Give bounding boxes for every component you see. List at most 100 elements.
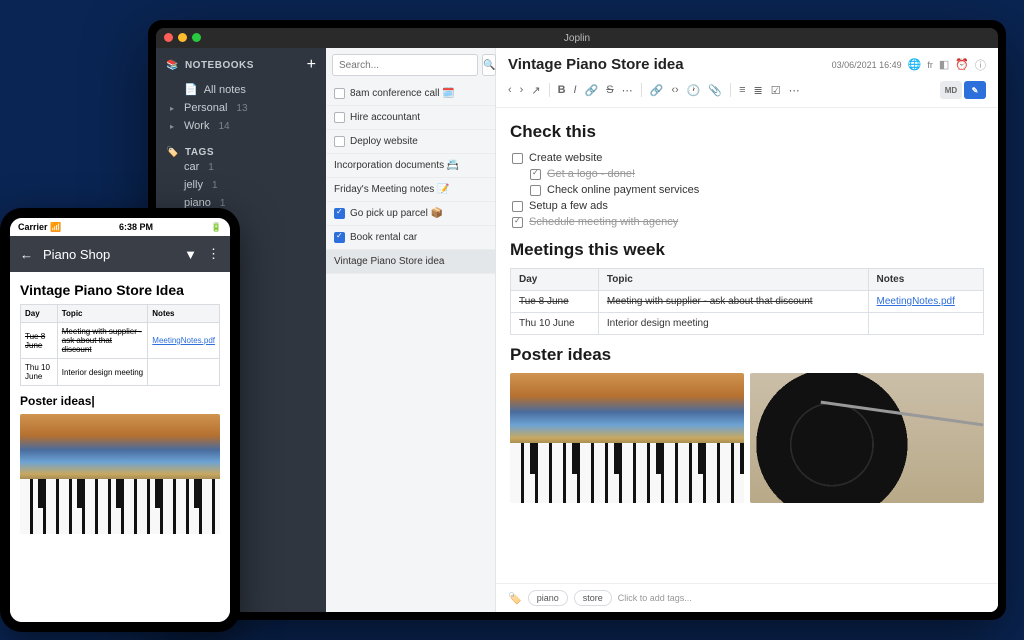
attach-icon[interactable]: 🔗	[650, 84, 664, 97]
tags-header: 🏷️ TAGS	[166, 147, 316, 158]
table-row: Tue 8 JuneMeeting with supplier - ask ab…	[21, 323, 220, 359]
external-link-icon[interactable]: ↗	[531, 84, 540, 97]
bold-icon[interactable]: B	[558, 84, 566, 96]
close-window-icon[interactable]	[164, 33, 173, 42]
titlebar: Joplin	[156, 28, 998, 48]
col-notes: Notes	[868, 269, 984, 291]
richtext-mode-button[interactable]: ✎	[964, 81, 986, 99]
link-icon[interactable]: 🔗	[585, 84, 599, 97]
tag-jelly[interactable]: jelly1	[166, 176, 316, 194]
strike-icon[interactable]: S	[606, 84, 613, 96]
checkbox-icon[interactable]	[334, 232, 345, 243]
poster-record-image	[750, 373, 984, 503]
table-row: Tue 8 JuneMeeting with supplier - ask ab…	[511, 291, 984, 313]
checkbox-icon[interactable]	[334, 88, 345, 99]
more-format-icon[interactable]: ⋯	[622, 84, 633, 97]
heading-meetings: Meetings this week	[510, 240, 984, 260]
notes-link[interactable]: MeetingNotes.pdf	[152, 336, 215, 345]
note-date: 03/06/2021 16:49	[832, 60, 902, 70]
task-item[interactable]: Create website	[512, 150, 984, 166]
more-icon[interactable]: ⋯	[789, 84, 800, 97]
col-topic: Topic	[598, 269, 868, 291]
notebooks-header: 📚 NOTEBOOKS	[166, 60, 254, 71]
task-text: Get a logo - done!	[547, 168, 635, 180]
dropdown-icon[interactable]: ▼	[184, 247, 197, 262]
heading-poster: Poster ideas	[510, 345, 984, 365]
tag-pill-piano[interactable]: piano	[528, 590, 568, 606]
tag-car[interactable]: car1	[166, 158, 316, 176]
task-item[interactable]: Setup a few ads	[512, 198, 984, 214]
poster-piano-image	[510, 373, 744, 503]
notebook-work[interactable]: ▸Work14	[166, 117, 316, 135]
info-icon[interactable]: ⓘ	[975, 57, 986, 73]
note-list-item[interactable]: Incorporation documents 📇	[326, 154, 495, 178]
phone-content[interactable]: Vintage Piano Store Idea Day Topic Notes…	[10, 272, 230, 622]
task-text: Schedule meeting with agency	[529, 216, 678, 228]
tag-pill-store[interactable]: store	[574, 590, 612, 606]
phone-note-title: Vintage Piano Store Idea	[20, 282, 220, 298]
forward-icon[interactable]: ›	[520, 84, 524, 96]
search-button[interactable]: 🔍	[482, 54, 496, 76]
task-checkbox-icon[interactable]	[530, 169, 541, 180]
note-list-title: Hire accountant	[350, 112, 420, 123]
note-list-item[interactable]: 8am conference call 🗓️	[326, 82, 495, 106]
task-item[interactable]: Schedule meeting with agency	[512, 214, 984, 230]
note-list-item[interactable]: Book rental car	[326, 226, 495, 250]
task-item[interactable]: Get a logo - done!	[530, 166, 984, 182]
table-row: Thu 10 JuneInterior design meeting	[511, 313, 984, 335]
maximize-window-icon[interactable]	[192, 33, 201, 42]
task-checkbox-icon[interactable]	[512, 153, 523, 164]
list-bullet-icon[interactable]: ≡	[739, 84, 745, 96]
note-list-item[interactable]: Deploy website	[326, 130, 495, 154]
add-tag-input[interactable]: Click to add tags...	[618, 593, 692, 603]
task-text: Setup a few ads	[529, 200, 608, 212]
note-list-item[interactable]: Hire accountant	[326, 106, 495, 130]
clip-icon[interactable]: 📎	[708, 84, 722, 97]
note-list-item[interactable]: Friday's Meeting notes 📝	[326, 178, 495, 202]
alarm-icon[interactable]: ⏰	[955, 58, 969, 71]
checkbox-icon[interactable]	[334, 208, 345, 219]
note-list-item[interactable]: Vintage Piano Store idea	[326, 250, 495, 274]
note-list-title: Go pick up parcel 📦	[350, 208, 443, 219]
minimize-window-icon[interactable]	[178, 33, 187, 42]
kebab-menu-icon[interactable]: ⋮	[207, 246, 220, 262]
list-number-icon[interactable]: ≣	[753, 84, 762, 97]
back-arrow-icon[interactable]: ←	[20, 247, 33, 262]
note-list-title: Friday's Meeting notes 📝	[334, 184, 450, 195]
note-list: 🔍 ☑ 📝 8am conference call 🗓️Hire account…	[326, 48, 496, 612]
clock-icon[interactable]: 🕐	[687, 84, 701, 97]
checkbox-icon[interactable]	[334, 136, 345, 147]
note-list-title: Vintage Piano Store idea	[334, 256, 444, 267]
notebook-personal[interactable]: ▸Personal13	[166, 99, 316, 117]
note-list-title: Incorporation documents 📇	[334, 160, 459, 171]
task-checkbox-icon[interactable]	[512, 217, 523, 228]
note-list-title: Deploy website	[350, 136, 418, 147]
phone-device: Carrier 📶 6:38 PM 🔋 ← Piano Shop ▼ ⋮ Vin…	[0, 208, 240, 632]
all-notes-item[interactable]: 📄 All notes	[166, 80, 316, 99]
task-checkbox-icon[interactable]	[512, 201, 523, 212]
note-list-title: 8am conference call 🗓️	[350, 88, 455, 99]
meetings-table: Day Topic Notes Tue 8 JuneMeeting with s…	[510, 268, 984, 335]
note-list-item[interactable]: Go pick up parcel 📦	[326, 202, 495, 226]
list-check-icon[interactable]: ☑	[771, 84, 781, 97]
code-icon[interactable]: ‹›	[671, 84, 678, 96]
task-checkbox-icon[interactable]	[530, 185, 541, 196]
markdown-mode-button[interactable]: MD	[940, 81, 962, 99]
note-title[interactable]: Vintage Piano Store idea	[508, 56, 684, 73]
back-icon[interactable]: ‹	[508, 84, 512, 96]
editor: Vintage Piano Store idea 03/06/2021 16:4…	[496, 48, 998, 612]
heading-check-this: Check this	[510, 122, 984, 142]
layout-icon[interactable]: ◧	[939, 58, 949, 71]
search-input[interactable]	[332, 54, 478, 76]
notes-link[interactable]: MeetingNotes.pdf	[877, 296, 955, 307]
italic-icon[interactable]: I	[574, 84, 577, 96]
phone-poster-heading: Poster ideas	[20, 394, 220, 408]
editor-toolbar: ‹ › ↗ B I 🔗 S ⋯ 🔗 ‹› 🕐 📎 ≡ ≣	[496, 77, 998, 108]
globe-icon[interactable]: 🌐	[908, 58, 922, 71]
ios-status-bar: Carrier 📶 6:38 PM 🔋	[10, 218, 230, 236]
checkbox-icon[interactable]	[334, 112, 345, 123]
task-item[interactable]: Check online payment services	[530, 182, 984, 198]
task-text: Create website	[529, 152, 602, 164]
add-notebook-button[interactable]: +	[307, 56, 316, 74]
note-content[interactable]: Check this Create website Get a logo - do…	[496, 108, 998, 583]
